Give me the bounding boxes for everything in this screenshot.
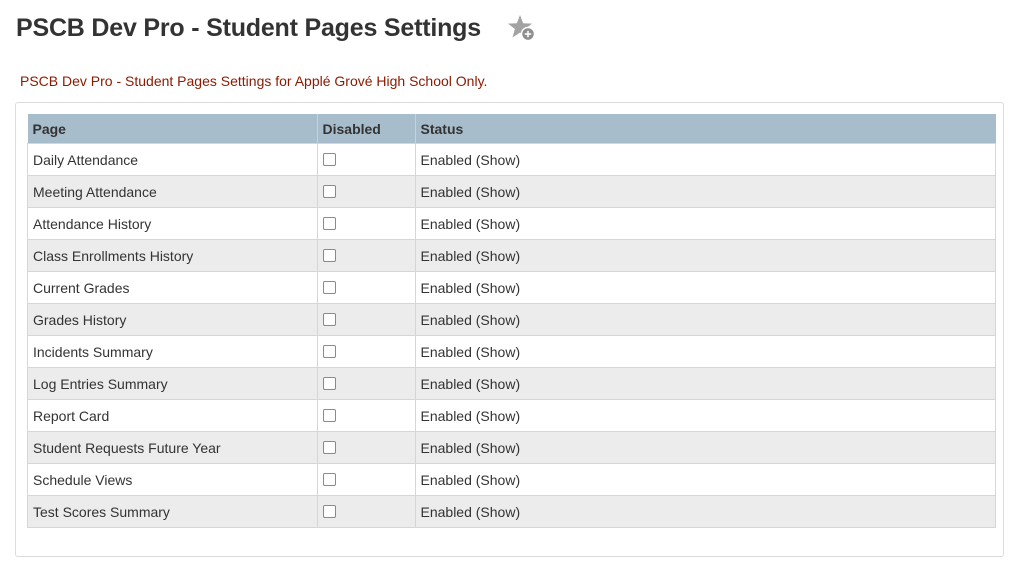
page-name-cell: Student Requests Future Year <box>27 431 318 464</box>
disabled-cell <box>317 207 416 240</box>
disabled-cell <box>317 271 416 304</box>
column-header-status: Status <box>415 114 996 144</box>
status-cell: Enabled (Show) <box>415 207 996 240</box>
disabled-checkbox[interactable] <box>322 409 336 423</box>
status-cell: Enabled (Show) <box>415 271 996 304</box>
status-cell: Enabled (Show) <box>415 175 996 208</box>
page-name-cell: Schedule Views <box>27 463 318 496</box>
disabled-cell <box>317 463 416 496</box>
title-row: PSCB Dev Pro - Student Pages Settings <box>16 10 537 46</box>
status-cell: Enabled (Show) <box>415 335 996 368</box>
status-cell: Enabled (Show) <box>415 367 996 400</box>
table-row: Report Card Enabled (Show) <box>27 399 996 432</box>
table-row: Test Scores Summary Enabled (Show) <box>27 495 996 528</box>
page-name-cell: Report Card <box>27 399 318 432</box>
status-cell: Enabled (Show) <box>415 463 996 496</box>
page-name-cell: Current Grades <box>27 271 318 304</box>
disabled-cell <box>317 399 416 432</box>
disabled-checkbox[interactable] <box>322 313 336 327</box>
page-name-cell: Class Enrollments History <box>27 239 318 272</box>
table-row: Current Grades Enabled (Show) <box>27 271 996 304</box>
settings-panel: Page Disabled Status Daily Attendance Ena… <box>15 102 1004 557</box>
table-row: Class Enrollments History Enabled (Show) <box>27 239 996 272</box>
table-row: Log Entries Summary Enabled (Show) <box>27 367 996 400</box>
disabled-cell <box>317 431 416 464</box>
add-favorite-button[interactable] <box>507 13 537 43</box>
table-header-row: Page Disabled Status <box>27 114 996 144</box>
disabled-checkbox[interactable] <box>322 281 336 295</box>
table-row: Meeting Attendance Enabled (Show) <box>27 175 996 208</box>
column-header-page: Page <box>27 114 318 144</box>
page-name-cell: Meeting Attendance <box>27 175 318 208</box>
table-row: Daily Attendance Enabled (Show) <box>27 143 996 176</box>
status-cell: Enabled (Show) <box>415 495 996 528</box>
table-row: Student Requests Future Year Enabled (Sho… <box>27 431 996 464</box>
student-pages-settings-page: PSCB Dev Pro - Student Pages Settings PS… <box>0 0 1024 573</box>
disabled-checkbox[interactable] <box>322 473 336 487</box>
table-row: Attendance History Enabled (Show) <box>27 207 996 240</box>
disabled-cell <box>317 367 416 400</box>
student-pages-table: Page Disabled Status Daily Attendance Ena… <box>27 114 996 528</box>
status-cell: Enabled (Show) <box>415 239 996 272</box>
page-name-cell: Grades History <box>27 303 318 336</box>
status-cell: Enabled (Show) <box>415 303 996 336</box>
column-header-disabled: Disabled <box>317 114 416 144</box>
page-title: PSCB Dev Pro - Student Pages Settings <box>16 13 481 42</box>
disabled-cell <box>317 303 416 336</box>
disabled-cell <box>317 335 416 368</box>
star-add-icon <box>507 15 536 42</box>
disabled-checkbox[interactable] <box>322 345 336 359</box>
page-name-cell: Incidents Summary <box>27 335 318 368</box>
status-cell: Enabled (Show) <box>415 431 996 464</box>
disabled-checkbox[interactable] <box>322 441 336 455</box>
table-row: Schedule Views Enabled (Show) <box>27 463 996 496</box>
disabled-checkbox[interactable] <box>322 153 336 167</box>
disabled-checkbox[interactable] <box>322 185 336 199</box>
disabled-cell <box>317 239 416 272</box>
disabled-checkbox[interactable] <box>322 505 336 519</box>
table-row: Grades History Enabled (Show) <box>27 303 996 336</box>
table-row: Incidents Summary Enabled (Show) <box>27 335 996 368</box>
status-cell: Enabled (Show) <box>415 399 996 432</box>
status-cell: Enabled (Show) <box>415 143 996 176</box>
disabled-cell <box>317 495 416 528</box>
page-name-cell: Log Entries Summary <box>27 367 318 400</box>
page-name-cell: Daily Attendance <box>27 143 318 176</box>
disabled-checkbox[interactable] <box>322 217 336 231</box>
disabled-checkbox[interactable] <box>322 377 336 391</box>
disabled-cell <box>317 175 416 208</box>
page-name-cell: Attendance History <box>27 207 318 240</box>
disabled-cell <box>317 143 416 176</box>
disabled-checkbox[interactable] <box>322 249 336 263</box>
page-name-cell: Test Scores Summary <box>27 495 318 528</box>
page-description: PSCB Dev Pro - Student Pages Settings fo… <box>20 73 488 89</box>
